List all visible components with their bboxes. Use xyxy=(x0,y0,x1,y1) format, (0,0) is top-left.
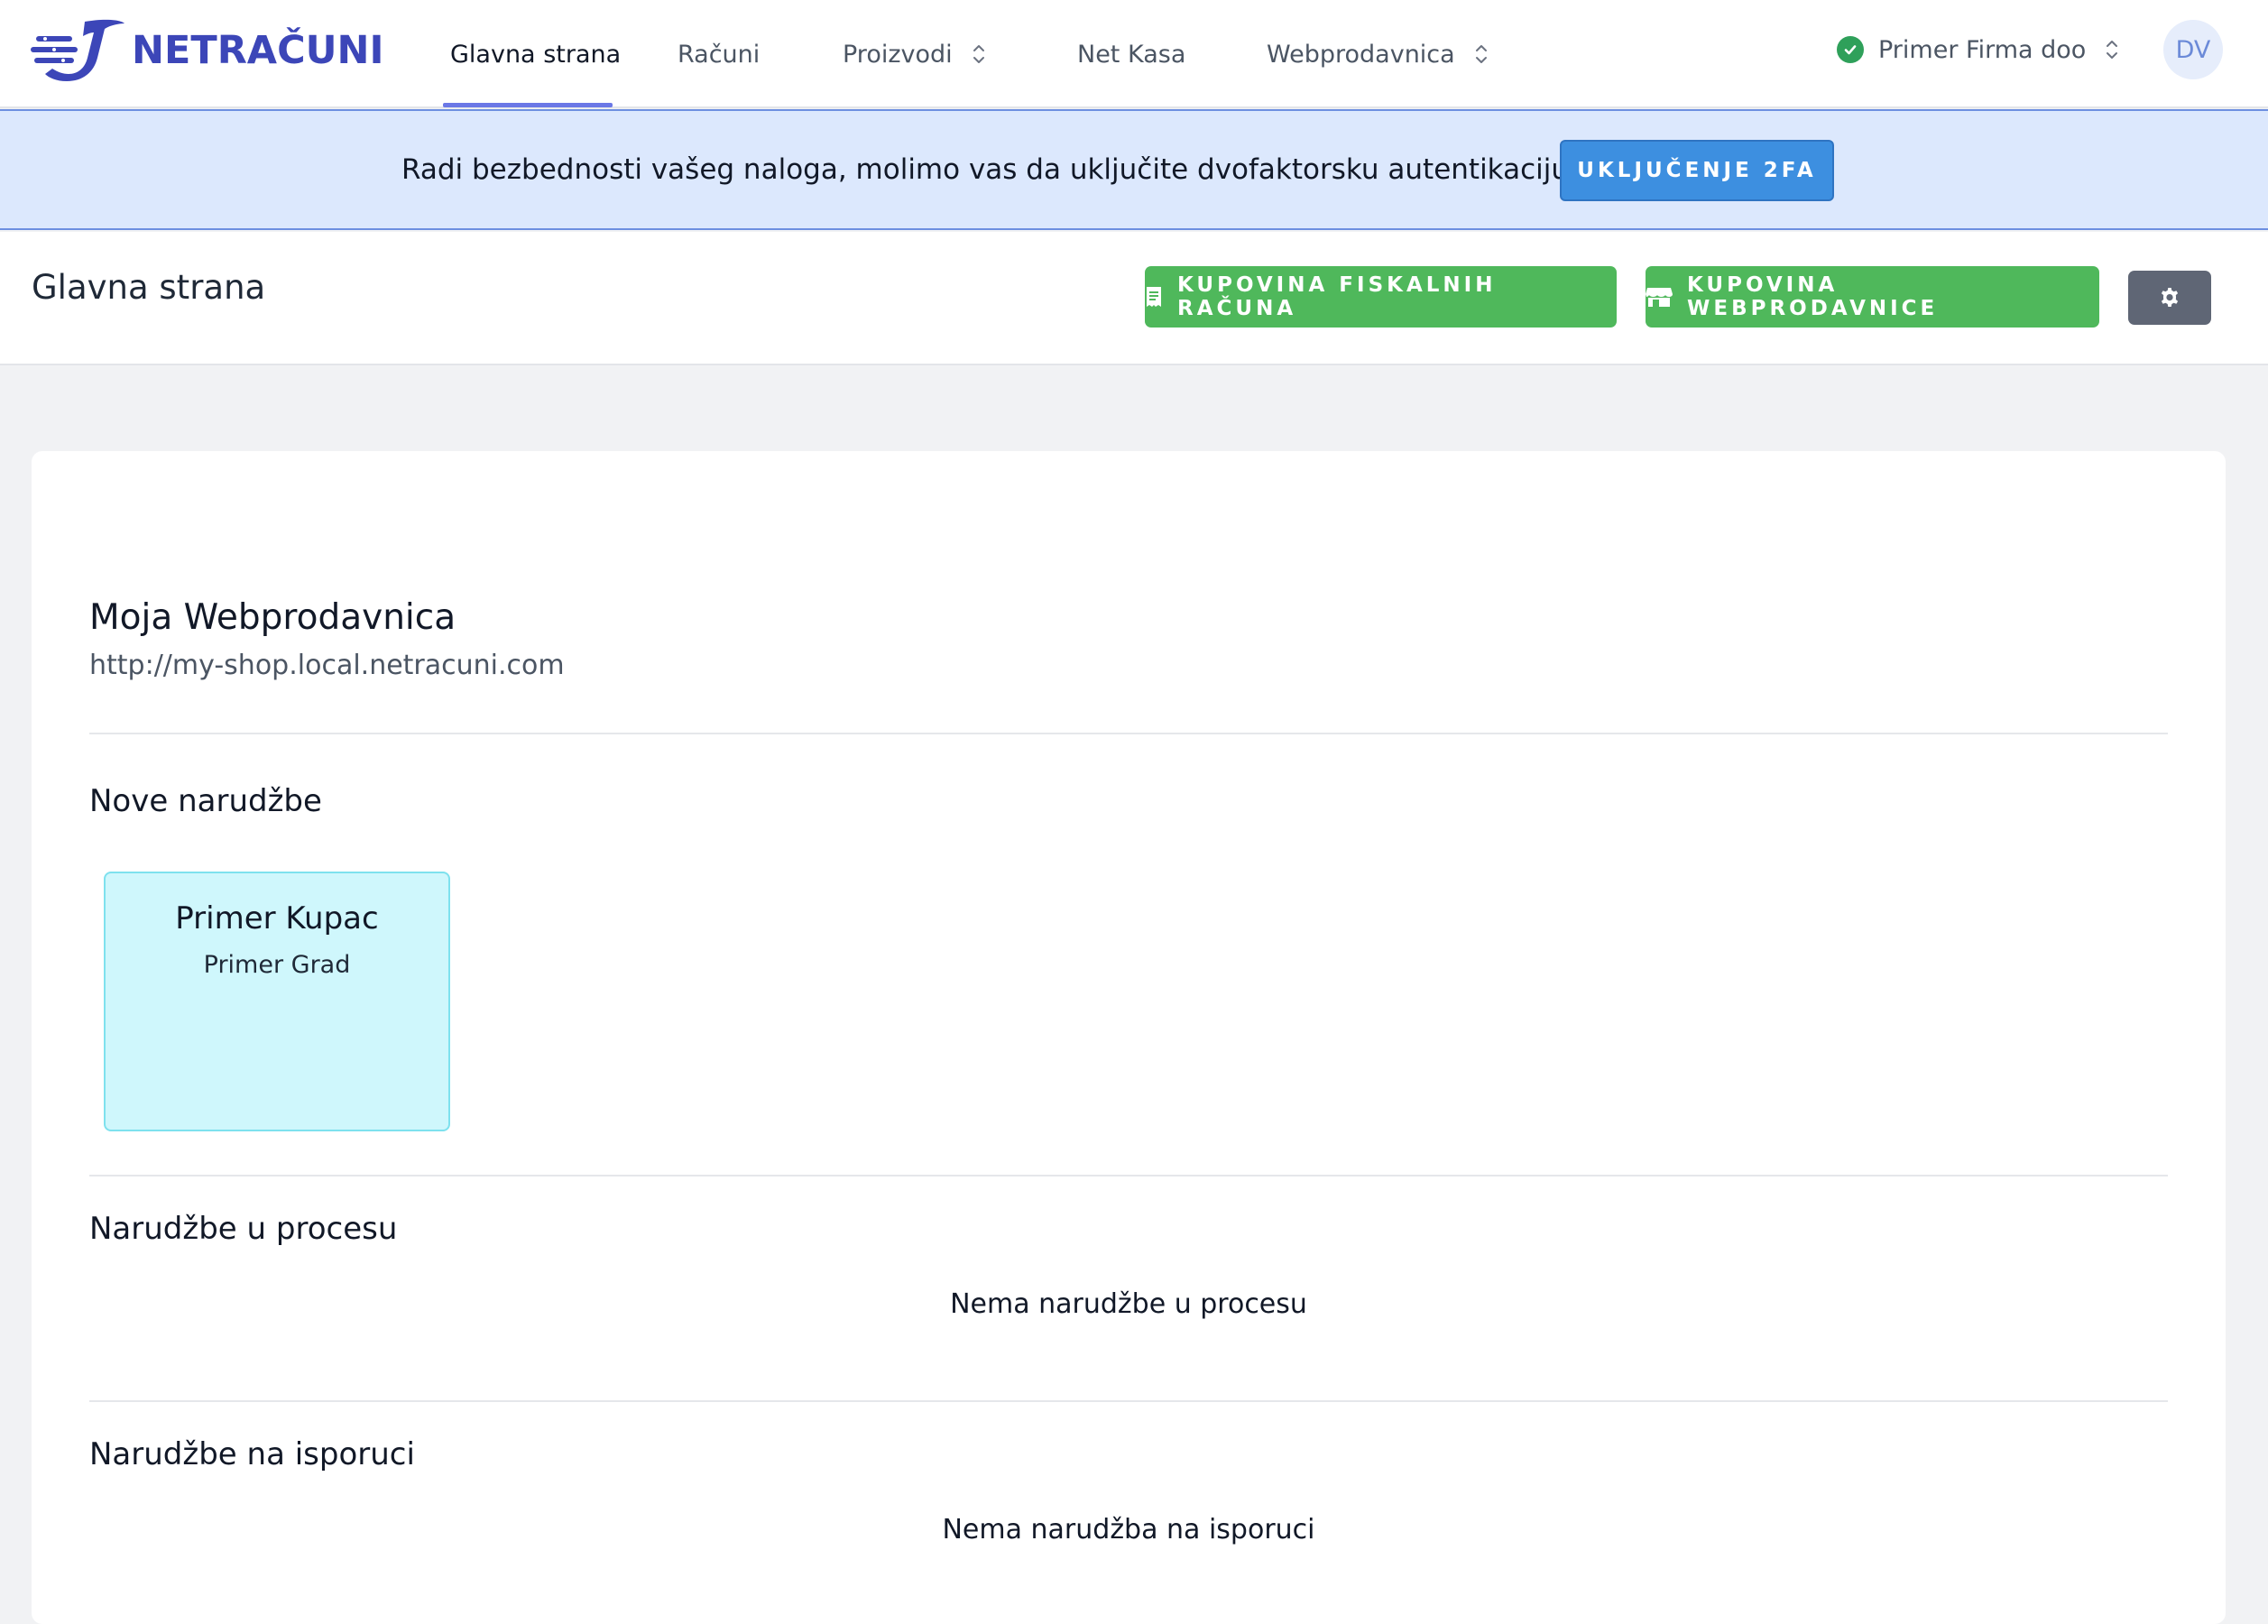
buy-webshop-label: KUPOVINA WEBPRODAVNICE xyxy=(1687,273,1939,320)
receipt-icon xyxy=(1145,286,1163,308)
buy-fiscal-receipts-label: KUPOVINA FISKALNIH RAČUNA xyxy=(1177,273,1497,320)
nav-invoices-label: Računi xyxy=(678,40,761,69)
new-orders-title: Nove narudžbe xyxy=(89,783,322,819)
in-process-empty-message: Nema narudžbe u procesu xyxy=(950,1288,1307,1320)
page-header: Glavna strana KUPOVINA FISKALNIH RAČUNA … xyxy=(0,232,2268,365)
divider xyxy=(89,1175,2168,1176)
buy-webshop-button[interactable]: KUPOVINA WEBPRODAVNICE xyxy=(1646,266,2099,328)
company-switcher[interactable]: Primer Firma doo xyxy=(1837,0,2120,99)
in-process-title: Narudžbe u procesu xyxy=(89,1211,398,1247)
company-name: Primer Firma doo xyxy=(1878,35,2087,64)
settings-button[interactable] xyxy=(2128,271,2211,325)
webshop-dashboard-card: Moja Webprodavnica http://my-shop.local.… xyxy=(32,451,2226,1624)
nav-products[interactable]: Proizvodi xyxy=(843,0,987,108)
order-customer-name: Primer Kupac xyxy=(175,900,379,937)
nav-home-label: Glavna strana xyxy=(450,40,622,69)
nav-invoices[interactable]: Računi xyxy=(678,0,760,108)
chevron-up-down-icon xyxy=(973,45,984,63)
logo-icon xyxy=(31,19,124,82)
shop-name: Moja Webprodavnica xyxy=(89,597,456,638)
shop-url[interactable]: http://my-shop.local.netracuni.com xyxy=(89,650,565,681)
nav-net-kasa[interactable]: Net Kasa xyxy=(1077,0,1185,108)
nav-webshop[interactable]: Webprodavnica xyxy=(1267,0,1489,108)
enable-2fa-button[interactable]: UKLJUČENJE 2FA xyxy=(1560,140,1834,201)
divider xyxy=(89,733,2168,734)
check-circle-icon xyxy=(1837,36,1864,63)
page-title: Glavna strana xyxy=(32,268,266,307)
top-navbar: NETRAČUNI Glavna strana Računi Proizvodi… xyxy=(0,0,2268,108)
logo-text: NETRAČUNI xyxy=(132,28,384,73)
buy-fiscal-receipts-button[interactable]: KUPOVINA FISKALNIH RAČUNA xyxy=(1145,266,1617,328)
store-icon xyxy=(1646,286,1673,308)
nav-home[interactable]: Glavna strana xyxy=(450,0,621,108)
nav-webshop-label: Webprodavnica xyxy=(1267,40,1455,69)
user-avatar[interactable]: DV xyxy=(2163,20,2223,79)
nav-products-label: Proizvodi xyxy=(843,40,953,69)
chevron-up-down-icon xyxy=(1475,45,1487,63)
delivery-empty-message: Nema narudžba na isporuci xyxy=(942,1514,1315,1546)
order-customer-city: Primer Grad xyxy=(203,951,351,979)
active-tab-indicator xyxy=(443,103,613,107)
nav-net-kasa-label: Net Kasa xyxy=(1077,40,1186,69)
twofa-banner: Radi bezbednosti vašeg naloga, molimo va… xyxy=(0,109,2268,230)
order-card[interactable]: Primer Kupac Primer Grad xyxy=(104,872,450,1131)
gear-icon xyxy=(2161,288,2179,307)
logo[interactable]: NETRAČUNI xyxy=(31,16,384,85)
chevron-up-down-icon xyxy=(2107,41,2118,59)
divider xyxy=(89,1400,2168,1402)
delivery-title: Narudžbe na isporuci xyxy=(89,1436,415,1472)
twofa-message: Radi bezbednosti vašeg naloga, molimo va… xyxy=(401,153,1581,186)
